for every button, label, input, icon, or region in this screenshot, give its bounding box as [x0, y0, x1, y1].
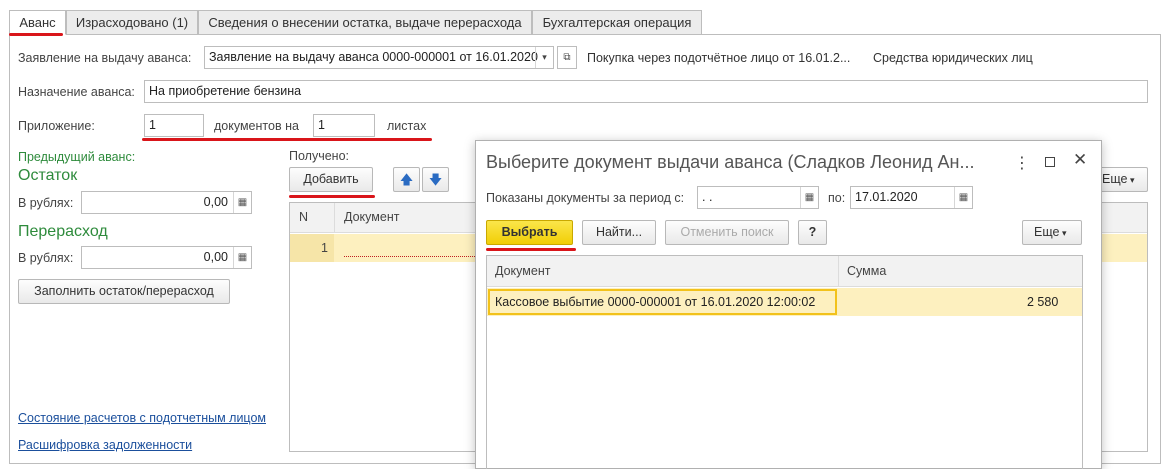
col-document-header: Документ: [495, 264, 551, 278]
tab-highlight-underline: [9, 33, 63, 36]
dialog-more-label: Еще: [1034, 225, 1060, 239]
prev-advance-label: Предыдущий аванс:: [18, 150, 136, 164]
dropdown-arrow-icon[interactable]: ▾: [535, 47, 553, 68]
attach-docs-field[interactable]: 1: [144, 114, 204, 137]
overrun-title: Перерасход: [18, 223, 108, 240]
link-debt[interactable]: Расшифровка задолженности: [18, 438, 192, 452]
period-label: Показаны документы за период с:: [486, 191, 685, 205]
date-to-field[interactable]: 17.01.2020 ▦: [850, 186, 973, 209]
tab-balance-info[interactable]: Сведения о внесении остатка, выдаче пере…: [198, 10, 532, 35]
calculator-icon[interactable]: ▦: [233, 192, 251, 213]
balance-rub-label: В рублях:: [18, 196, 74, 210]
docs-on-label: документов на: [214, 119, 299, 133]
add-highlight-underline: [289, 195, 375, 198]
help-button[interactable]: ?: [798, 220, 827, 245]
select-document-dialog: Выберите документ выдачи аванса (Сладков…: [475, 140, 1102, 469]
calendar-icon[interactable]: ▦: [954, 187, 972, 208]
link-settlements[interactable]: Состояние расчетов с подотчетным лицом: [18, 411, 266, 425]
balance-title: Остаток: [18, 167, 78, 184]
request-value: Заявление на выдачу аванса 0000-000001 о…: [209, 50, 538, 64]
calendar-icon[interactable]: ▦: [800, 187, 818, 208]
tab-accounting-operation[interactable]: Бухгалтерская операция: [532, 10, 702, 35]
row-document: Кассовое выбытие 0000-000001 от 16.01.20…: [495, 295, 816, 309]
required-field-marker: [344, 256, 479, 257]
more-menu-icon[interactable]: ⋮: [1014, 153, 1030, 173]
open-icon[interactable]: ⧉: [557, 46, 577, 69]
add-button[interactable]: Добавить: [289, 167, 373, 192]
row-number: 1: [321, 241, 328, 255]
documents-table: Документ Сумма Кассовое выбытие 0000-000…: [486, 255, 1083, 469]
received-label: Получено:: [289, 149, 349, 163]
to-label: по:: [828, 191, 846, 205]
dialog-more-button[interactable]: Еще ▾: [1022, 220, 1082, 245]
overrun-field[interactable]: 0,00 ▦: [81, 246, 252, 269]
purpose-label: Назначение аванса:: [18, 85, 135, 99]
date-from-value: . .: [702, 190, 713, 204]
col-sum-header: Сумма: [847, 264, 887, 278]
date-to-value: 17.01.2020: [855, 190, 918, 204]
attach-label: Приложение:: [18, 119, 95, 133]
sheets-label: листах: [387, 119, 427, 133]
close-icon[interactable]: ✕: [1073, 150, 1087, 170]
col-n-header: N: [299, 210, 309, 224]
request-label: Заявление на выдачу аванса:: [18, 51, 192, 65]
overrun-value: 0,00: [203, 250, 228, 264]
documents-table-header: [487, 256, 1082, 287]
purchase-text: Покупка через подотчётное лицо от 16.01.…: [587, 51, 851, 65]
tab-spent[interactable]: Израсходовано (1): [66, 10, 198, 35]
date-from-field[interactable]: . . ▦: [697, 186, 819, 209]
find-button[interactable]: Найти...: [582, 220, 656, 245]
move-down-icon[interactable]: 🡇: [422, 167, 449, 192]
col-document-header: Документ: [344, 210, 400, 224]
tab-advance[interactable]: Аванс: [9, 10, 66, 35]
fill-balance-button[interactable]: Заполнить остаток/перерасход: [18, 279, 230, 304]
column-divider: [838, 256, 839, 287]
column-divider: [334, 203, 335, 233]
more-label: Еще: [1102, 172, 1128, 186]
select-button[interactable]: Выбрать: [486, 220, 573, 245]
cancel-search-button[interactable]: Отменить поиск: [665, 220, 789, 245]
funds-text: Средства юридических лиц: [873, 51, 1033, 65]
row-sum: 2 580: [1027, 295, 1059, 309]
more-button[interactable]: Еще ▾: [1095, 167, 1148, 192]
attach-highlight-underline: [142, 138, 432, 141]
move-up-icon[interactable]: 🡅: [393, 167, 420, 192]
balance-field[interactable]: 0,00 ▦: [81, 191, 252, 214]
request-field[interactable]: Заявление на выдачу аванса 0000-000001 о…: [204, 46, 554, 69]
calculator-icon[interactable]: ▦: [233, 247, 251, 268]
maximize-icon[interactable]: [1045, 157, 1055, 167]
balance-value: 0,00: [203, 195, 228, 209]
dialog-title: Выберите документ выдачи аванса (Сладков…: [486, 152, 975, 172]
purpose-field[interactable]: На приобретение бензина: [144, 80, 1148, 103]
overrun-rub-label: В рублях:: [18, 251, 74, 265]
select-highlight-underline: [486, 248, 576, 251]
attach-sheets-field[interactable]: 1: [313, 114, 375, 137]
